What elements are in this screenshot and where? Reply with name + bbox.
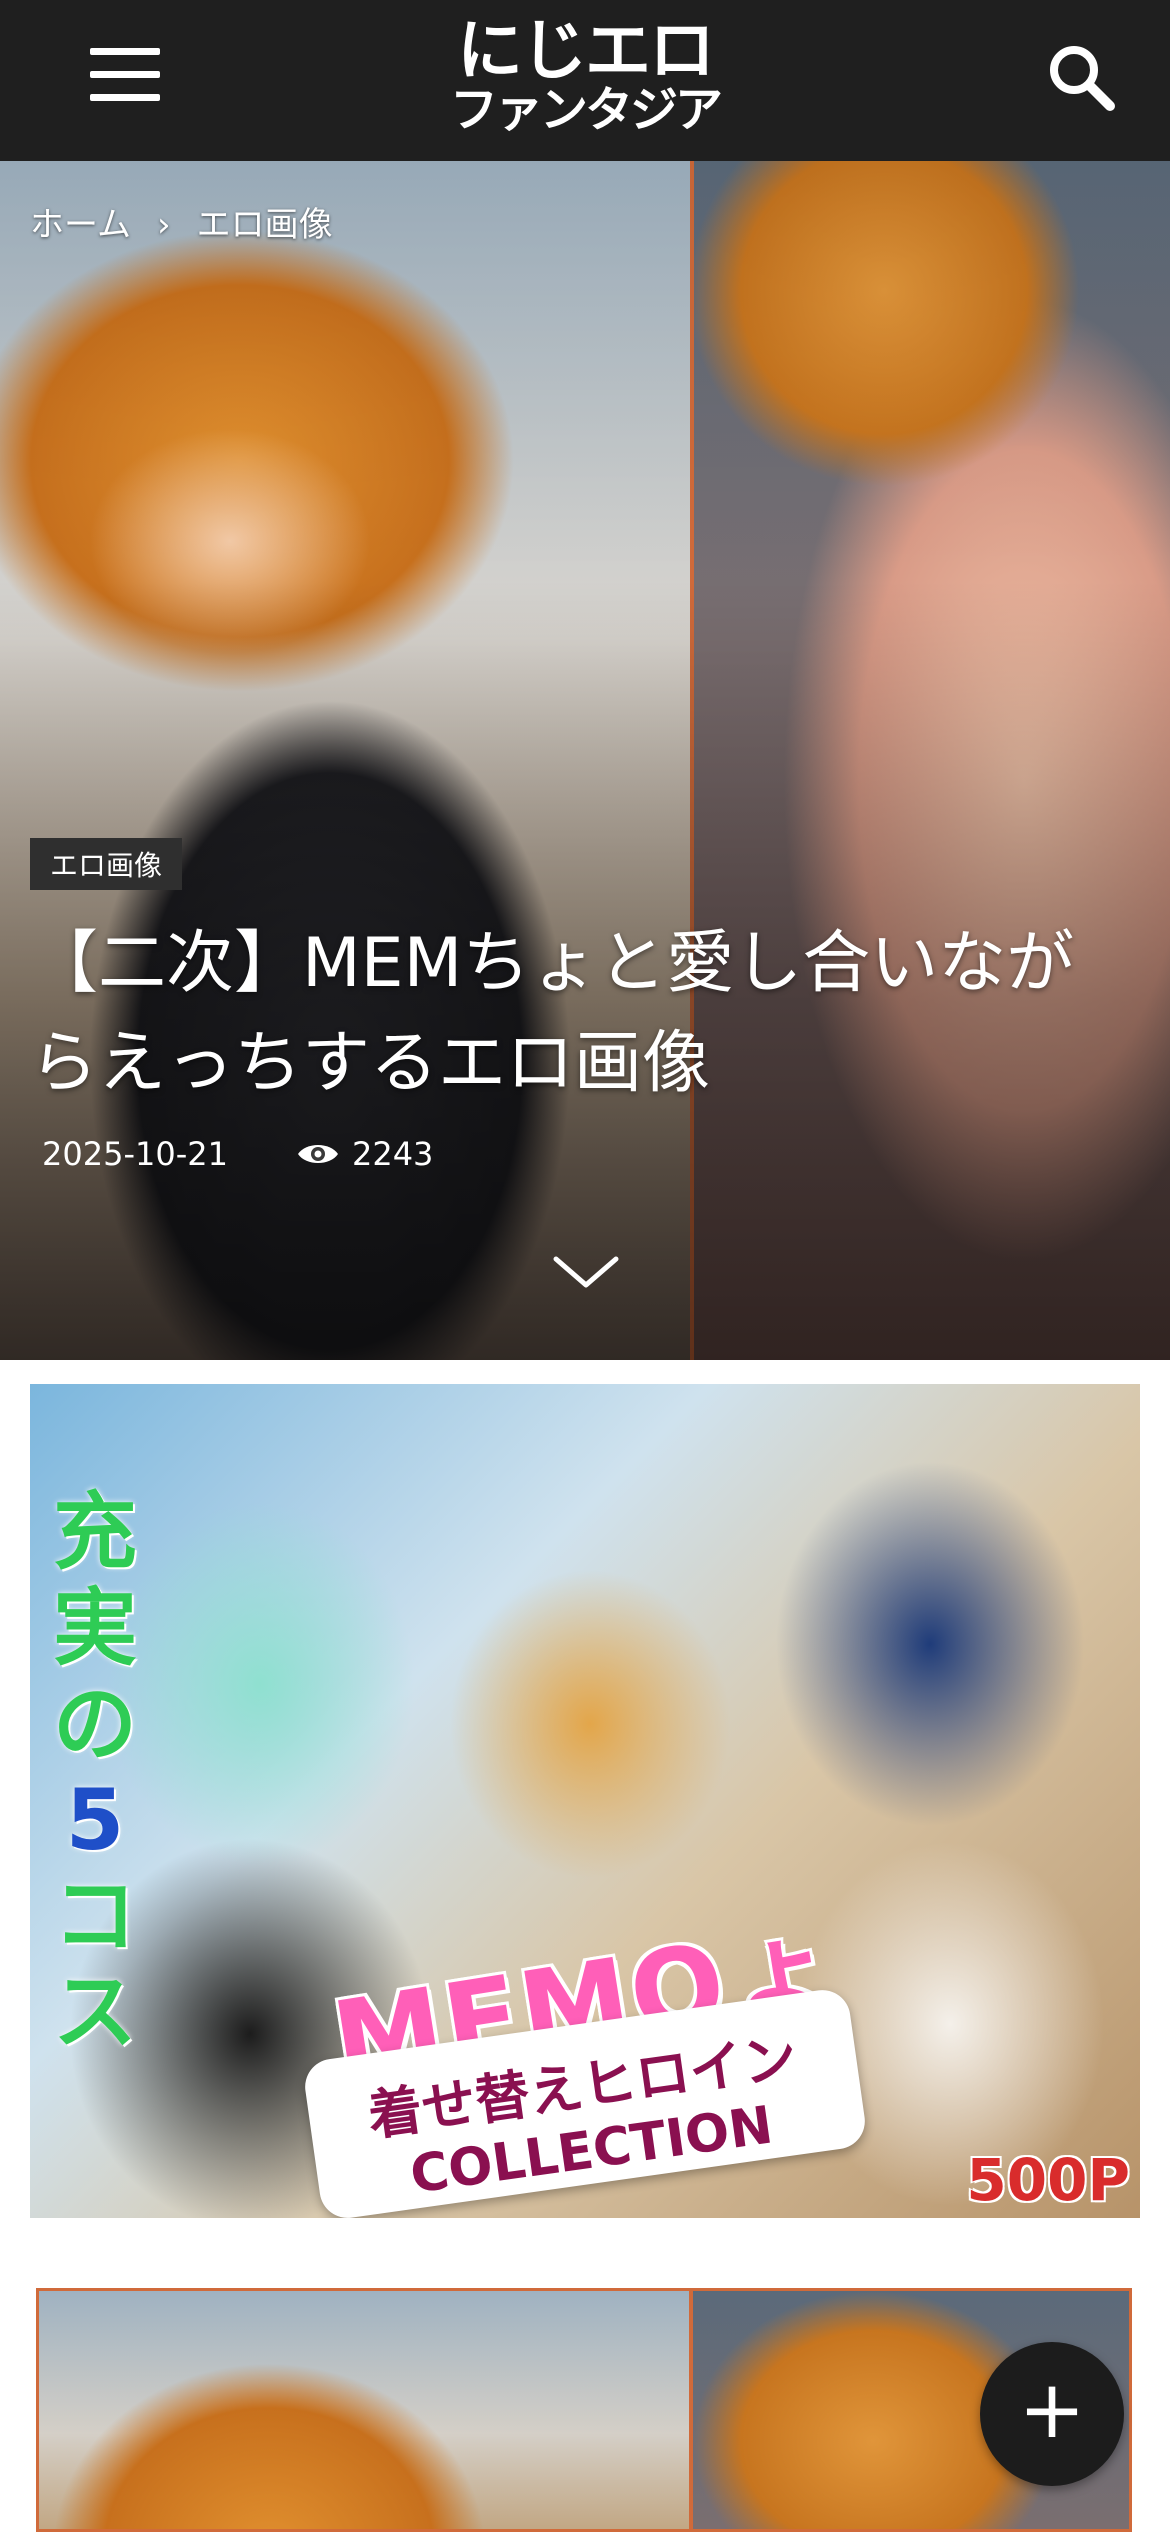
site-header: にじエロ ファンタジア — [0, 0, 1170, 161]
plus-icon[interactable]: + — [980, 2342, 1124, 2486]
hero-featured-image: ホーム › エロ画像 エロ画像 【二次】MEMちょと愛し合いながらえっちするエロ画像… — [0, 161, 1170, 1360]
ad-side-text-2: 5 — [65, 1771, 125, 1869]
eye-icon — [297, 1145, 338, 1163]
ad-side-text-1: 充実の — [52, 1483, 137, 1773]
article-title: 【二次】MEMちょと愛し合いながらえっちするエロ画像 — [30, 924, 1075, 1103]
thumbnail-illustration-left — [39, 2291, 689, 2529]
ad-side-text: 充実の 5 コス — [40, 1484, 150, 2060]
ad-side-text-3: コス — [52, 1867, 137, 2061]
breadcrumb-home-link[interactable]: ホーム — [30, 205, 131, 245]
view-count-value: 2243 — [351, 1135, 434, 1173]
logo-line-1: にじエロ — [457, 12, 715, 89]
post-date: 2025-10-21 — [42, 1135, 228, 1173]
view-count: 2243 — [296, 1135, 433, 1173]
article-thumbnail[interactable] — [36, 2288, 1132, 2532]
breadcrumb: ホーム › エロ画像 — [30, 197, 333, 246]
site-logo[interactable]: にじエロ ファンタジア — [430, 18, 740, 138]
breadcrumb-current-link[interactable]: エロ画像 — [197, 205, 333, 245]
ad-price: 500P — [966, 2146, 1130, 2214]
category-badge[interactable]: エロ画像 — [30, 838, 183, 890]
ad-banner[interactable]: 充実の 5 コス MEMOょ 着せ替えヒロイン COLLECTION 500P — [30, 1384, 1140, 2218]
chevron-down-icon[interactable] — [546, 1241, 626, 1301]
article-meta: 2025-10-21 2243 — [42, 1135, 433, 1173]
search-icon[interactable] — [1040, 36, 1126, 122]
breadcrumb-separator: › — [156, 205, 171, 245]
hamburger-menu-icon[interactable] — [80, 40, 170, 112]
logo-line-2: ファンタジア — [449, 82, 723, 138]
